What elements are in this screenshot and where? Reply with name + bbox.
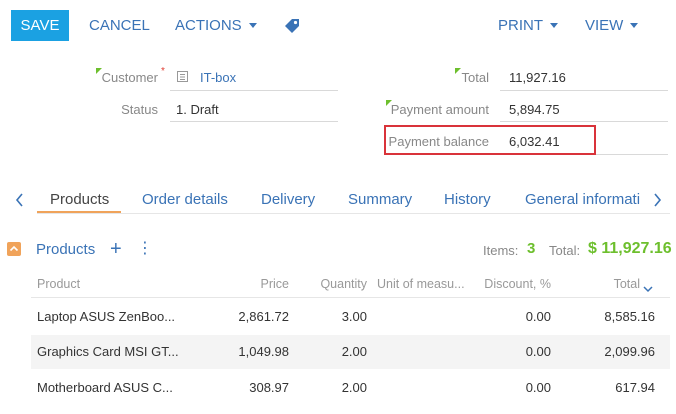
column-header-price[interactable]: Price: [230, 277, 289, 291]
add-icon[interactable]: +: [110, 237, 122, 261]
account-icon: [176, 70, 189, 83]
summary-total-label: Total:: [549, 243, 581, 258]
products-detail-title: Products: [36, 241, 96, 258]
tab-delivery[interactable]: Delivery: [261, 191, 315, 209]
items-count: 3: [527, 240, 536, 257]
payment-amount-label: Payment amount: [390, 102, 489, 117]
column-header-total[interactable]: Total: [595, 277, 640, 291]
print-label: PRINT: [498, 17, 543, 34]
cell-total: 2,099.96: [604, 344, 655, 359]
table-header-divider: [31, 297, 670, 298]
cell-quantity: 2.00: [341, 344, 367, 359]
cell-discount: 0.00: [525, 309, 551, 324]
payment-amount-field[interactable]: 5,894.75: [509, 102, 560, 118]
payment-balance-underline: [596, 154, 668, 155]
payment-balance-label: Payment balance: [388, 134, 489, 149]
print-menu-button[interactable]: PRINT: [498, 10, 558, 41]
table-row[interactable]: Graphics Card MSI GT... 1,049.98 2.00 0.…: [31, 335, 670, 369]
tabs-scroll-left[interactable]: [15, 193, 25, 212]
items-label: Items:: [483, 243, 519, 258]
view-menu-button[interactable]: VIEW: [585, 10, 639, 41]
collapse-toggle[interactable]: [7, 242, 21, 256]
cell-price: 308.97: [249, 380, 289, 395]
cell-total: 617.94: [615, 380, 655, 395]
cell-total: 8,585.16: [604, 309, 655, 324]
cell-price: 2,861.72: [238, 309, 289, 324]
customer-field-underline: [170, 90, 338, 91]
column-header-product[interactable]: Product: [37, 277, 80, 291]
column-header-quantity[interactable]: Quantity: [300, 277, 367, 291]
status-field-underline: [170, 121, 338, 122]
chevron-down-icon: [248, 22, 257, 28]
payment-amount-underline: [500, 121, 668, 122]
column-header-discount[interactable]: Discount, %: [470, 277, 551, 291]
more-menu-icon[interactable]: ⋮: [137, 240, 153, 258]
chevron-down-icon: [630, 22, 639, 28]
status-label: Status: [121, 102, 158, 117]
tag-icon[interactable]: [284, 18, 300, 34]
save-button[interactable]: SAVE: [11, 10, 69, 41]
customer-link[interactable]: IT-box: [200, 70, 236, 86]
table-row[interactable]: Laptop ASUS ZenBoo... 2,861.72 3.00 0.00…: [31, 301, 670, 333]
cell-product: Graphics Card MSI GT...: [37, 344, 179, 359]
cell-product: Laptop ASUS ZenBoo...: [37, 309, 176, 324]
tabs-divider: [37, 213, 670, 214]
cell-discount: 0.00: [525, 344, 551, 359]
sort-descending-icon: [643, 280, 653, 298]
chevron-up-icon: [9, 245, 19, 252]
tabs-scroll-right[interactable]: [652, 193, 662, 212]
cell-quantity: 2.00: [341, 380, 367, 395]
table-row[interactable]: Motherboard ASUS C... 308.97 2.00 0.00 6…: [31, 370, 670, 404]
chevron-right-icon: [654, 193, 662, 207]
tab-general-information[interactable]: General informati: [525, 191, 640, 209]
chevron-down-icon: [550, 22, 558, 28]
total-field-underline: [500, 90, 668, 91]
cancel-button[interactable]: CANCEL: [89, 10, 150, 41]
status-field[interactable]: 1. Draft: [176, 102, 219, 118]
actions-menu-button[interactable]: ACTIONS: [175, 10, 257, 41]
cell-quantity: 3.00: [341, 309, 367, 324]
column-header-unit-of-measure[interactable]: Unit of measu...: [377, 277, 472, 291]
tab-summary[interactable]: Summary: [348, 191, 412, 209]
cell-discount: 0.00: [525, 380, 551, 395]
customer-label: Customer: [101, 70, 158, 85]
payment-balance-field[interactable]: 6,032.41: [509, 134, 560, 150]
summary-total-value: $ 11,927.16: [588, 240, 672, 257]
cell-price: 1,049.98: [238, 344, 289, 359]
tab-history[interactable]: History: [444, 191, 491, 209]
tab-order-details[interactable]: Order details: [142, 191, 228, 209]
required-mark: *: [161, 66, 165, 77]
view-label: VIEW: [585, 17, 624, 34]
tab-products[interactable]: Products: [50, 191, 109, 209]
chevron-left-icon: [15, 193, 23, 207]
actions-label: ACTIONS: [175, 17, 242, 34]
total-field[interactable]: 11,927.16: [509, 70, 566, 86]
cell-product: Motherboard ASUS C...: [37, 380, 173, 395]
total-label: Total: [461, 70, 489, 85]
